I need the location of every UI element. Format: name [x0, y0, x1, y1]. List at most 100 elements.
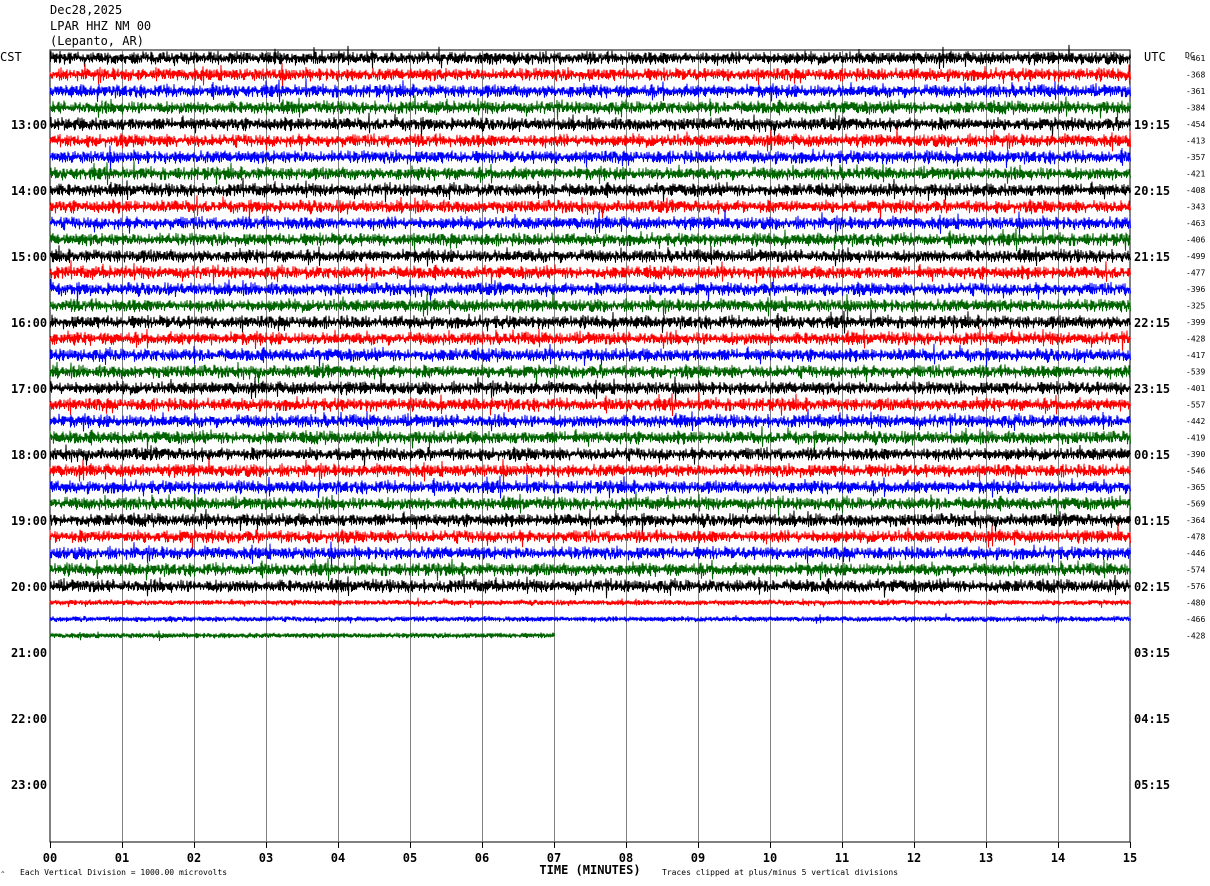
seismic-trace — [49, 474, 1131, 499]
seismic-trace — [49, 62, 1131, 88]
dc-offset-label: -428 — [1186, 632, 1205, 641]
seismic-trace — [49, 508, 1131, 533]
seismic-trace — [49, 426, 1131, 451]
dc-offset-label: -399 — [1186, 318, 1205, 327]
cst-hour-label: 22:00 — [11, 712, 47, 726]
dc-offset-label: -478 — [1186, 533, 1205, 542]
x-tick-label: 12 — [907, 851, 921, 865]
seismic-trace — [49, 597, 1131, 608]
utc-hour-label: 01:15 — [1134, 514, 1170, 528]
seismic-trace — [49, 630, 555, 642]
seismic-trace — [49, 374, 1131, 401]
x-tick-label: 09 — [691, 851, 705, 865]
seismic-trace — [49, 573, 1131, 599]
dc-offset-label: -466 — [1186, 615, 1205, 624]
footer-scale-note: Each Vertical Division = 1000.00 microvo… — [20, 868, 227, 877]
dc-offset-label: -442 — [1186, 417, 1205, 426]
x-axis-title: TIME (MINUTES) — [539, 863, 640, 877]
cst-hour-label: 18:00 — [11, 448, 47, 462]
cst-hour-label: 21:00 — [11, 646, 47, 660]
utc-hour-label: 21:15 — [1134, 250, 1170, 264]
x-tick-label: 10 — [763, 851, 777, 865]
utc-hour-label: 00:15 — [1134, 448, 1170, 462]
dc-offset-label: -421 — [1186, 170, 1205, 179]
utc-hour-label: 20:15 — [1134, 184, 1170, 198]
x-tick-label: 11 — [835, 851, 849, 865]
seismic-trace — [49, 195, 1131, 220]
seismic-trace — [49, 326, 1131, 351]
seismic-trace — [49, 209, 1131, 236]
seismic-trace — [49, 278, 1131, 302]
seismic-trace — [49, 309, 1131, 334]
seismic-trace — [49, 145, 1131, 170]
cst-hour-label: 13:00 — [11, 118, 47, 132]
seismic-trace — [49, 226, 1131, 252]
dc-offset-label: -461 — [1186, 54, 1205, 63]
seismic-trace — [49, 44, 1131, 70]
dc-offset-label: -454 — [1186, 120, 1205, 129]
scale-marker: ^ — [1, 871, 5, 878]
footer-clip-note: Traces clipped at plus/minus 5 vertical … — [662, 868, 898, 877]
cst-hour-label: 15:00 — [11, 250, 47, 264]
cst-hour-label: 14:00 — [11, 184, 47, 198]
dc-offset-label: -546 — [1186, 467, 1205, 476]
x-tick-label: 14 — [1051, 851, 1065, 865]
seismic-trace — [49, 613, 1131, 624]
dc-offset-label: -419 — [1186, 434, 1205, 443]
utc-hour-label: 22:15 — [1134, 316, 1170, 330]
dc-offset-label: -446 — [1186, 549, 1205, 558]
cst-hour-label: 20:00 — [11, 580, 47, 594]
seismic-trace — [49, 245, 1131, 267]
dc-offset-label: -384 — [1186, 104, 1205, 113]
seismic-trace — [49, 260, 1131, 285]
utc-hour-label: 23:15 — [1134, 382, 1170, 396]
seismic-trace — [49, 457, 1131, 484]
dc-offset-label: -574 — [1186, 566, 1205, 575]
utc-hour-label: 19:15 — [1134, 118, 1170, 132]
seismic-trace — [49, 78, 1131, 103]
utc-hour-label: 05:15 — [1134, 778, 1170, 792]
dc-offset-label: -499 — [1186, 252, 1205, 261]
cst-hour-label: 17:00 — [11, 382, 47, 396]
seismic-trace — [49, 556, 1131, 582]
dc-offset-label: -406 — [1186, 236, 1205, 245]
dc-offset-label: -365 — [1186, 483, 1205, 492]
dc-offset-label: -390 — [1186, 450, 1205, 459]
x-tick-label: 15 — [1123, 851, 1137, 865]
dc-offset-label: -396 — [1186, 285, 1205, 294]
dc-offset-label: -401 — [1186, 384, 1205, 393]
dc-offset-label: -539 — [1186, 368, 1205, 377]
cst-hour-label: 16:00 — [11, 316, 47, 330]
seismic-trace — [49, 361, 1131, 385]
seismic-trace — [49, 160, 1131, 186]
x-tick-label: 02 — [187, 851, 201, 865]
seismic-trace — [49, 127, 1131, 152]
x-tick-label: 00 — [43, 851, 57, 865]
dc-offset-label: -417 — [1186, 351, 1205, 360]
x-tick-label: 13 — [979, 851, 993, 865]
dc-offset-label: -557 — [1186, 401, 1205, 410]
cst-hour-label: 19:00 — [11, 514, 47, 528]
seismic-trace — [49, 408, 1131, 434]
seismic-trace — [49, 343, 1131, 368]
dc-offset-label: -480 — [1186, 599, 1205, 608]
helicorder-chart: 00 01 02 03 04 05 06 07 08 09 10 11 12 13 14 15CST UTC DC… — [0, 44, 1205, 878]
dc-offset-label: -408 — [1186, 186, 1205, 195]
x-tick-label: 04 — [331, 851, 345, 865]
dc-offset-label: -576 — [1186, 582, 1205, 591]
dc-offset-label: -325 — [1186, 302, 1205, 311]
utc-hour-label: 03:15 — [1134, 646, 1170, 660]
cst-axis-label: CST — [0, 50, 22, 64]
dc-offset-label: -343 — [1186, 203, 1205, 212]
dc-offset-label: -463 — [1186, 219, 1205, 228]
seismic-trace — [49, 444, 1131, 467]
seismic-trace — [49, 112, 1131, 137]
dc-offset-label: -361 — [1186, 87, 1205, 96]
dc-offset-label: -364 — [1186, 516, 1205, 525]
dc-offset-label: -368 — [1186, 71, 1205, 80]
x-tick-label: 06 — [475, 851, 489, 865]
seismic-trace — [49, 391, 1131, 417]
dc-offset-label: -428 — [1186, 335, 1205, 344]
utc-axis-label: UTC — [1144, 50, 1166, 64]
x-tick-label: 01 — [115, 851, 129, 865]
